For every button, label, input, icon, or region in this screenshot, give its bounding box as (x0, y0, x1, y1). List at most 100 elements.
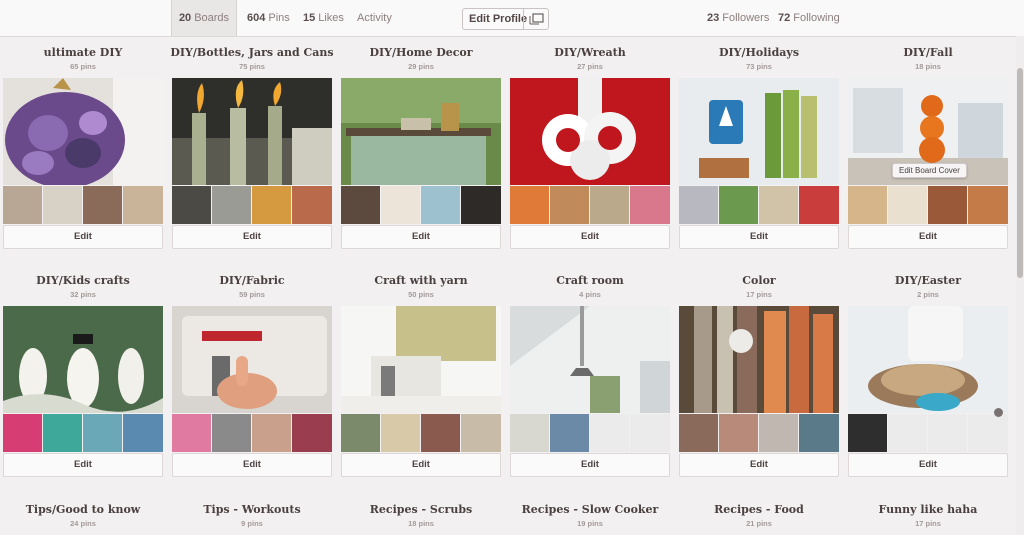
board-thumbnail (461, 186, 501, 224)
tab-followers[interactable]: 23 Followers (707, 0, 769, 36)
board-thumbnails (510, 414, 670, 452)
edit-profile-button[interactable]: Edit Profile (462, 8, 549, 30)
edit-board-button[interactable]: Edit (679, 453, 839, 477)
board-cover-image[interactable] (3, 78, 163, 185)
scrollbar-thumb[interactable] (1017, 68, 1023, 278)
board-cover-image[interactable] (679, 78, 839, 185)
tab-following[interactable]: 72 Following (778, 0, 840, 36)
board-cover-image[interactable] (848, 306, 1008, 413)
board-thumbnail (381, 186, 420, 224)
board-thumbnail (848, 186, 887, 224)
tab-activity[interactable]: Activity (357, 0, 392, 36)
board-thumbnail (252, 414, 291, 452)
board-cover-image[interactable] (3, 306, 163, 413)
edit-board-button[interactable]: Edit (3, 453, 163, 477)
edit-board-button[interactable]: Edit (341, 453, 501, 477)
board-thumbnail (510, 186, 549, 224)
profile-nav-bar: 20 Boards 604 Pins 15 Likes Activity Edit P… (0, 0, 1024, 37)
board-thumbnail (888, 414, 927, 452)
board-thumbnail (679, 414, 718, 452)
edit-board-button[interactable]: Edit (679, 225, 839, 249)
board-pin-count: 75 pins (239, 62, 265, 71)
edit-profile-label: Edit Profile (469, 13, 528, 25)
board-thumbnails (3, 414, 163, 452)
board-thumbnail (759, 414, 798, 452)
board-thumbnails (172, 414, 332, 452)
board-pin-count: 17 pins (746, 290, 772, 299)
tab-pins[interactable]: 604 Pins (247, 0, 290, 36)
board-thumbnails (172, 186, 332, 224)
following-label: Following (793, 12, 840, 24)
board-thumbnails (679, 414, 839, 452)
board-pin-count: 73 pins (746, 62, 772, 71)
board-cover-image[interactable] (679, 306, 839, 413)
board-thumbnail (123, 186, 163, 224)
board-cover-image[interactable] (341, 306, 501, 413)
board-thumbnail (799, 414, 839, 452)
board-thumbnail (172, 414, 211, 452)
edit-board-cover-tooltip: Edit Board Cover (892, 163, 967, 178)
board-thumbnail (341, 186, 380, 224)
board-thumbnail (3, 186, 42, 224)
scroll-indicator-icon (994, 408, 1003, 417)
pins-count: 604 (247, 12, 266, 24)
board-thumbnail (43, 186, 82, 224)
cover-image-icon[interactable] (529, 13, 545, 25)
board-thumbnail (928, 186, 967, 224)
board-thumbnail (43, 414, 82, 452)
board-thumbnail (968, 414, 1008, 452)
board-pin-count: 4 pins (579, 290, 601, 299)
board-pin-count: 21 pins (746, 519, 772, 528)
board-thumbnails (341, 186, 501, 224)
edit-board-button[interactable]: Edit (172, 225, 332, 249)
board-pin-count: 27 pins (577, 62, 603, 71)
board-pin-count: 32 pins (70, 290, 96, 299)
board-pin-count: 65 pins (70, 62, 96, 71)
board-thumbnails (848, 186, 1008, 224)
board-title[interactable]: Funny like haha (828, 503, 1024, 516)
edit-board-button[interactable]: Edit (3, 225, 163, 249)
edit-board-button[interactable]: Edit (848, 225, 1008, 249)
board-thumbnail (799, 186, 839, 224)
edit-board-button[interactable]: Edit (341, 225, 501, 249)
board-thumbnail (630, 414, 670, 452)
board-title[interactable]: DIY/Easter (828, 274, 1024, 287)
edit-board-button[interactable]: Edit (510, 225, 670, 249)
pins-label: Pins (268, 12, 290, 24)
board-cover-image[interactable] (510, 306, 670, 413)
board-thumbnails (3, 186, 163, 224)
board-thumbnail (123, 414, 163, 452)
board-thumbnail (381, 414, 420, 452)
board-thumbnail (968, 186, 1008, 224)
boards-count: 20 (178, 12, 192, 24)
board-thumbnails (679, 186, 839, 224)
board-thumbnails (341, 414, 501, 452)
board-thumbnail (928, 414, 967, 452)
followers-label: Followers (722, 12, 770, 24)
board-thumbnail (421, 186, 460, 224)
board-cover-image[interactable] (172, 306, 332, 413)
board-pin-count: 2 pins (917, 290, 939, 299)
board-thumbnail (550, 186, 589, 224)
following-count: 72 (778, 12, 791, 24)
board-thumbnail (83, 186, 122, 224)
edit-profile-divider (523, 9, 524, 29)
board-thumbnail (421, 414, 460, 452)
board-cover-image[interactable] (172, 78, 332, 185)
board-pin-count: 18 pins (915, 62, 941, 71)
edit-board-button[interactable]: Edit (510, 453, 670, 477)
board-thumbnails (848, 414, 1008, 452)
board-cover-image[interactable] (510, 78, 670, 185)
board-thumbnail (590, 186, 629, 224)
followers-count: 23 (707, 12, 720, 24)
edit-board-button[interactable]: Edit (848, 453, 1008, 477)
board-cover-image[interactable] (341, 78, 501, 185)
tab-likes[interactable]: 15 Likes (303, 0, 344, 36)
board-thumbnail (172, 186, 211, 224)
board-thumbnail (292, 186, 332, 224)
board-thumbnail (212, 414, 251, 452)
edit-board-button[interactable]: Edit (172, 453, 332, 477)
tab-boards[interactable]: 20 Boards (171, 0, 237, 36)
board-title[interactable]: DIY/Fall (828, 46, 1024, 59)
board-thumbnail (341, 414, 380, 452)
